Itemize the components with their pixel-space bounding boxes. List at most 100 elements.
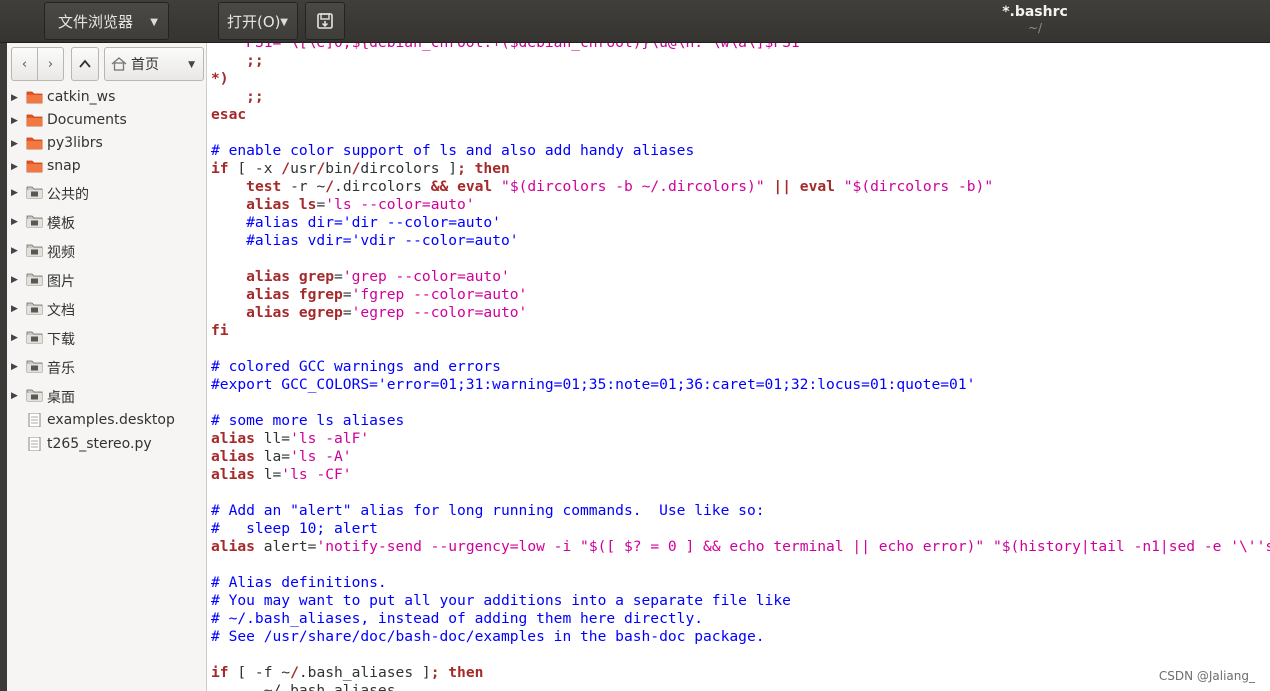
code-token: # sleep 10; alert <box>211 520 378 537</box>
code-token: ; <box>457 160 475 177</box>
tree-item-label: t265_stereo.py <box>47 436 152 452</box>
code-line: . ~/.bash_aliases <box>211 682 1270 691</box>
code-token: ;; <box>211 52 264 69</box>
tree-item[interactable]: ▶ 图片 <box>7 269 207 291</box>
window-title: *.bashrc <box>1002 4 1068 20</box>
code-token: alias <box>211 538 255 555</box>
code-line: test -r ~/.dircolors && eval "$(dircolor… <box>211 178 1270 196</box>
location-dropdown[interactable]: 首页 ▼ <box>104 47 204 81</box>
code-token: "$(dircolors -b ~/.dircolors)" <box>501 178 765 195</box>
tree-item-label: 模板 <box>47 216 75 232</box>
open-button[interactable]: 打开(O) ▼ <box>218 2 298 40</box>
code-token: ; <box>430 664 449 681</box>
tree-item[interactable]: ▶ 下载 <box>7 327 207 349</box>
templates-folder-icon <box>26 215 43 228</box>
code-token: if <box>211 664 229 681</box>
expand-arrow-icon[interactable]: ▶ <box>11 139 18 149</box>
save-button[interactable] <box>305 2 345 40</box>
save-icon <box>317 13 333 29</box>
expand-arrow-icon[interactable]: ▶ <box>11 93 18 103</box>
tree-item-label: 公共的 <box>47 187 89 203</box>
code-line: #alias dir='dir --color=auto' <box>211 214 1270 232</box>
code-line: alias alert='notify-send --urgency=low -… <box>211 538 1270 556</box>
videos-folder-icon <box>26 244 43 257</box>
code-line: # enable color support of ls and also ad… <box>211 142 1270 160</box>
expand-arrow-icon[interactable]: ▶ <box>11 362 18 372</box>
code-token: alias <box>246 196 291 213</box>
expand-arrow-icon[interactable]: ▶ <box>11 116 18 126</box>
code-token: = <box>342 286 352 303</box>
expand-arrow-icon[interactable]: ▶ <box>11 333 18 343</box>
up-button[interactable] <box>71 47 99 81</box>
file-browser-sidebar: ‹ › 首页 ▼ ▶ catkin_ws ▶ Documents ▶ py3librs ▶ s… <box>7 43 207 691</box>
code-line: # sleep 10; alert <box>211 520 1270 538</box>
folder-icon <box>26 137 43 150</box>
tree-item[interactable]: ▶ py3librs <box>7 133 207 155</box>
code-line: # See /usr/share/doc/bash-doc/examples i… <box>211 628 1270 646</box>
tree-item-label: Documents <box>47 112 127 128</box>
code-token: / <box>325 178 335 195</box>
code-line: # Alias definitions. <box>211 574 1270 592</box>
tree-item[interactable]: ▶ snap <box>7 156 207 178</box>
back-button[interactable]: ‹ <box>11 47 38 81</box>
expand-arrow-icon[interactable]: ▶ <box>11 391 18 401</box>
expand-arrow-icon[interactable]: ▶ <box>11 246 18 256</box>
expand-arrow-icon[interactable]: ▶ <box>11 162 18 172</box>
code-token: alias <box>246 268 291 285</box>
code-token: # You may want to put all your additions… <box>211 592 791 609</box>
code-token: 'ls -alF' <box>290 430 370 447</box>
code-line: alias ll='ls -alF' <box>211 430 1270 448</box>
expand-arrow-icon[interactable]: ▶ <box>11 275 18 285</box>
code-line: # ~/.bash_aliases, instead of adding the… <box>211 610 1270 628</box>
tree-item[interactable]: ▶ catkin_ws <box>7 87 207 109</box>
tree-item[interactable]: ▶ 公共的 <box>7 182 207 204</box>
code-token: usr <box>290 160 317 177</box>
chevron-down-icon: ▼ <box>150 17 158 28</box>
tree-item[interactable]: ▶ 模板 <box>7 211 207 233</box>
code-line: # some more ls aliases <box>211 412 1270 430</box>
launcher-edge <box>0 43 7 691</box>
chevron-down-icon: ▼ <box>188 60 195 70</box>
text-editor[interactable]: PS1="\[\e]0;${debian_chroot:+($debian_ch… <box>208 43 1270 691</box>
expand-arrow-icon[interactable]: ▶ <box>11 188 18 198</box>
code-token: #alias dir='dir --color=auto' <box>211 214 501 231</box>
code-token: then <box>474 160 510 177</box>
tree-item[interactable]: ▶ Documents <box>7 110 207 132</box>
expand-arrow-icon[interactable]: ▶ <box>11 217 18 227</box>
code-token: / <box>290 664 299 681</box>
code-line: alias la='ls -A' <box>211 448 1270 466</box>
forward-button[interactable]: › <box>37 47 64 81</box>
code-token: alias <box>246 286 291 303</box>
tree-item[interactable]: t265_stereo.py <box>7 434 207 456</box>
sidebar-mode-dropdown[interactable]: 文件浏览器 ▼ <box>44 2 169 40</box>
code-token: [ -f ~ <box>228 664 291 681</box>
tree-item[interactable]: ▶ 音乐 <box>7 356 207 378</box>
code-token: / <box>316 160 326 177</box>
code-token: 'ls -CF' <box>281 466 352 483</box>
code-content[interactable]: PS1="\[\e]0;${debian_chroot:+($debian_ch… <box>211 43 1270 691</box>
code-token: = <box>342 304 352 321</box>
code-token: # enable color support of ls and also ad… <box>211 142 695 159</box>
code-token: then <box>448 664 484 681</box>
tree-item-label: 音乐 <box>47 361 75 377</box>
tree-item[interactable]: ▶ 桌面 <box>7 385 207 407</box>
music-folder-icon <box>26 360 43 373</box>
tree-item[interactable]: examples.desktop <box>7 410 207 432</box>
tree-item[interactable]: ▶ 视频 <box>7 240 207 262</box>
public-folder-icon <box>26 186 43 199</box>
code-token: = <box>316 196 326 213</box>
tree-item[interactable]: ▶ 文档 <box>7 298 207 320</box>
chevron-left-icon: ‹ <box>21 56 28 72</box>
open-button-label: 打开(O) <box>227 12 281 31</box>
code-line: PS1="\[\e]0;${debian_chroot:+($debian_ch… <box>211 43 1270 52</box>
code-token: 'notify-send --urgency=low -i "$([ $? = … <box>316 538 1270 555</box>
folder-icon <box>26 91 43 104</box>
expand-arrow-icon[interactable]: ▶ <box>11 304 18 314</box>
